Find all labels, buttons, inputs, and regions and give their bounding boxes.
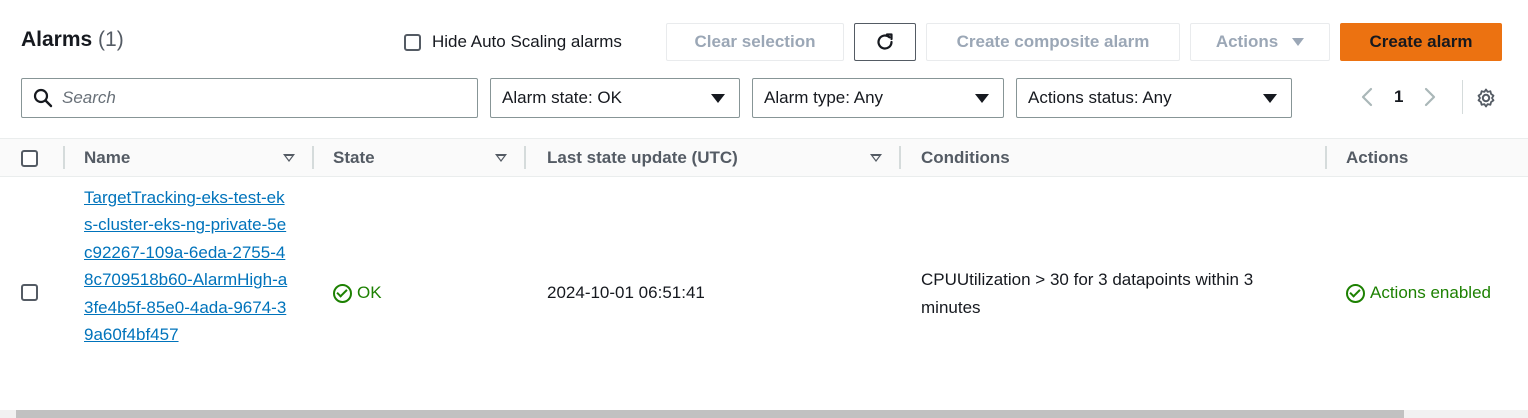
column-header-state[interactable]: State — [333, 148, 375, 168]
horizontal-scrollbar[interactable] — [0, 410, 1528, 418]
refresh-button[interactable] — [854, 23, 916, 61]
settings-gear-icon[interactable] — [1475, 87, 1497, 109]
caret-down-icon — [1292, 38, 1305, 46]
column-header-actions: Actions — [1346, 148, 1409, 167]
column-divider — [63, 146, 65, 169]
sort-down-icon[interactable] — [495, 154, 507, 162]
alarm-name-link[interactable]: TargetTracking-eks-test-eks-cluster-eks-… — [84, 184, 289, 348]
chevron-left-icon[interactable] — [1358, 85, 1376, 109]
column-header-last-update[interactable]: Last state update (UTC) — [547, 148, 738, 168]
clear-selection-button[interactable]: Clear selection — [666, 23, 844, 61]
actions-status: Actions enabled — [1346, 283, 1491, 303]
actions-status-select[interactable]: Actions status: Any — [1016, 78, 1292, 118]
check-circle-icon — [333, 283, 352, 303]
pagination: 1 — [1358, 85, 1439, 109]
chevron-right-icon[interactable] — [1421, 85, 1439, 109]
search-icon — [33, 88, 53, 108]
page-number[interactable]: 1 — [1394, 87, 1403, 107]
alarm-state-select[interactable]: Alarm state: OK — [490, 78, 740, 118]
scrollbar-thumb[interactable] — [16, 410, 1404, 418]
actions-dropdown-label: Actions — [1215, 32, 1279, 51]
caret-down-icon — [1263, 93, 1277, 103]
column-divider[interactable] — [524, 146, 526, 169]
hide-autoscaling-checkbox[interactable] — [404, 33, 421, 51]
column-header-conditions: Conditions — [921, 148, 1010, 167]
column-divider[interactable] — [1325, 146, 1327, 169]
alarm-state: OK — [333, 283, 382, 303]
alarm-type-value: Alarm type: Any — [764, 88, 884, 107]
hide-autoscaling-toggle[interactable]: Hide Auto Scaling alarms — [404, 32, 622, 52]
refresh-icon — [877, 33, 893, 50]
row-checkbox[interactable] — [21, 284, 38, 301]
create-alarm-button[interactable]: Create alarm — [1340, 23, 1502, 61]
column-divider[interactable] — [312, 146, 314, 169]
caret-down-icon — [711, 93, 725, 103]
alarm-conditions: CPUUtilization > 30 for 3 datapoints wit… — [921, 270, 1254, 317]
search-placeholder: Search — [62, 88, 116, 107]
caret-down-icon — [975, 93, 989, 103]
check-circle-icon — [1346, 283, 1365, 303]
sort-down-icon[interactable] — [283, 154, 295, 162]
alarm-count: (1) — [98, 28, 124, 51]
page-title: Alarms (1) — [21, 28, 124, 52]
actions-status-text: Actions enabled — [1370, 283, 1491, 302]
pager-divider — [1462, 80, 1463, 114]
select-all-checkbox[interactable] — [21, 150, 38, 167]
table-header: Name State Last state update (UTC) Condi… — [0, 138, 1528, 177]
actions-dropdown-button[interactable]: Actions — [1190, 23, 1330, 61]
hide-autoscaling-label: Hide Auto Scaling alarms — [432, 32, 622, 51]
alarm-state-text: OK — [357, 283, 382, 302]
last-state-update: 2024-10-01 06:51:41 — [547, 283, 705, 302]
column-divider[interactable] — [899, 146, 901, 169]
sort-down-icon[interactable] — [870, 154, 882, 162]
alarm-state-value: Alarm state: OK — [502, 88, 622, 107]
page-title-text: Alarms — [21, 28, 93, 51]
create-composite-alarm-button[interactable]: Create composite alarm — [926, 23, 1180, 61]
search-input[interactable]: Search — [21, 78, 478, 118]
column-header-name[interactable]: Name — [84, 148, 130, 168]
actions-status-value: Actions status: Any — [1028, 88, 1172, 107]
alarm-type-select[interactable]: Alarm type: Any — [752, 78, 1004, 118]
